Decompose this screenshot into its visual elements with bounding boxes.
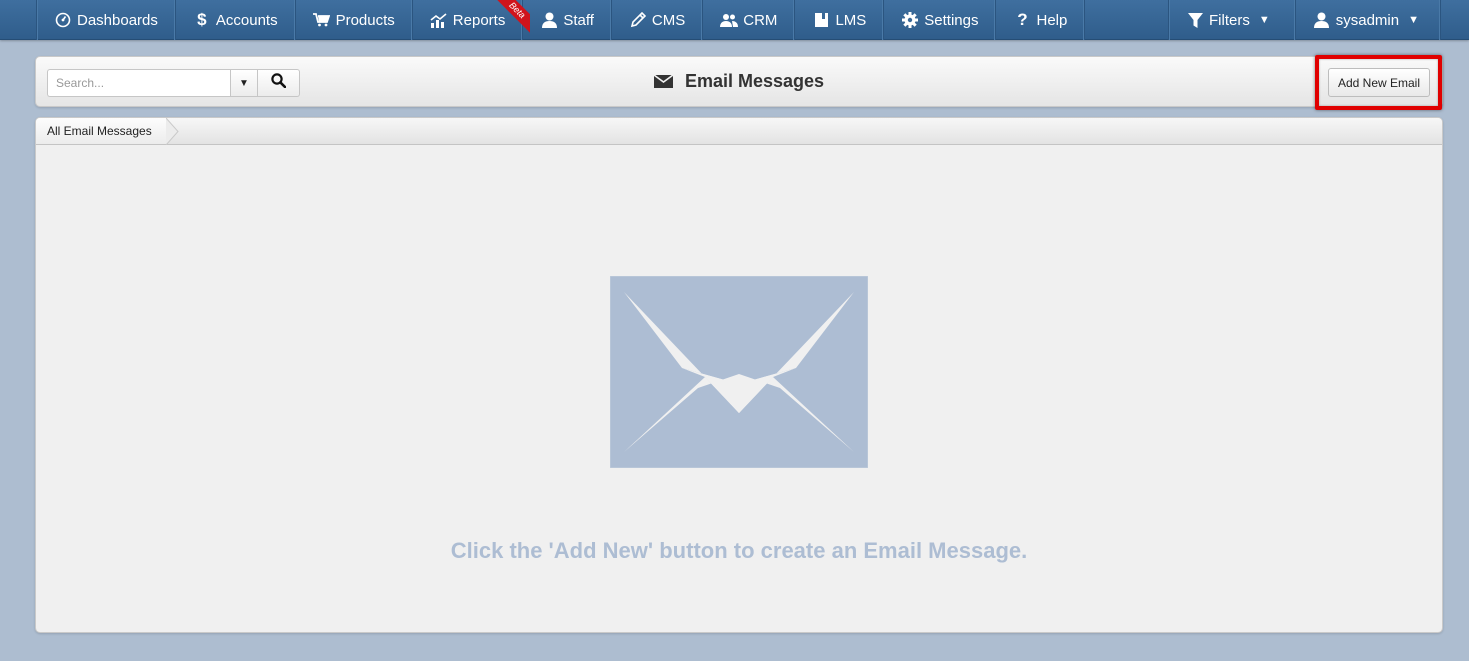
nav-item-crm[interactable]: CRM xyxy=(703,0,796,40)
caret-down-icon: ▼ xyxy=(1258,14,1270,26)
page-title: Email Messages xyxy=(36,71,1442,93)
nav-item-lms[interactable]: LMS xyxy=(795,0,885,40)
nav-item-help[interactable]: ? Help xyxy=(996,0,1086,40)
top-navigation: Dashboards $ Accounts Products Reports B… xyxy=(0,0,1469,40)
user-menu[interactable]: sysadmin ▼ xyxy=(1296,0,1441,40)
nav-item-products[interactable]: Products xyxy=(296,0,413,40)
cart-icon xyxy=(313,11,331,29)
breadcrumb: All Email Messages xyxy=(36,118,1442,145)
nav-label: Dashboards xyxy=(77,11,158,29)
nav-item-settings[interactable]: Settings xyxy=(884,0,997,40)
book-icon xyxy=(812,11,830,29)
page-title-text: Email Messages xyxy=(684,71,825,91)
nav-label: LMS xyxy=(835,11,867,29)
gear-icon xyxy=(901,11,919,29)
nav-label: CMS xyxy=(651,11,686,29)
nav-item-dashboards[interactable]: Dashboards xyxy=(36,0,176,40)
user-icon xyxy=(540,11,558,29)
nav-label: Accounts xyxy=(215,11,278,29)
filter-icon xyxy=(1186,11,1204,29)
right-menu: Filters ▼ sysadmin ▼ xyxy=(1168,0,1441,40)
empty-state-message: Click the 'Add New' button to create an … xyxy=(450,538,1028,563)
filters-menu[interactable]: Filters ▼ xyxy=(1168,0,1296,40)
filters-label: Filters xyxy=(1209,11,1250,29)
dollar-icon: $ xyxy=(197,10,207,29)
content-panel: All Email Messages Click the 'Add New' b… xyxy=(35,117,1443,633)
main-menu: Dashboards $ Accounts Products Reports B… xyxy=(36,0,1086,40)
nav-label: Staff xyxy=(563,11,594,29)
dashboard-icon xyxy=(54,11,72,29)
users-icon xyxy=(720,11,739,29)
page-header: ▼ Email Messages Add New Email xyxy=(35,55,1443,110)
breadcrumb-separator-icon xyxy=(166,118,179,145)
question-icon: ? xyxy=(1017,10,1028,29)
envelope-illustration-icon xyxy=(609,275,869,473)
chart-icon xyxy=(430,11,448,29)
nav-label: Help xyxy=(1036,11,1068,29)
breadcrumb-item-all-email-messages[interactable]: All Email Messages xyxy=(36,118,166,144)
nav-label: CRM xyxy=(743,11,778,29)
pencil-icon xyxy=(629,11,647,29)
user-label: sysadmin xyxy=(1335,11,1400,29)
nav-item-cms[interactable]: CMS xyxy=(612,0,704,40)
caret-down-icon: ▼ xyxy=(1408,14,1419,26)
nav-label: Settings xyxy=(924,11,979,29)
user-icon xyxy=(1313,11,1331,29)
add-new-email-button[interactable]: Add New Email xyxy=(1327,68,1430,97)
nav-label: Products xyxy=(335,11,395,29)
nav-item-staff[interactable]: Staff xyxy=(523,0,612,40)
nav-item-accounts[interactable]: $ Accounts xyxy=(176,0,296,40)
nav-item-reports[interactable]: Reports Beta xyxy=(413,0,531,40)
envelope-icon xyxy=(653,72,674,93)
